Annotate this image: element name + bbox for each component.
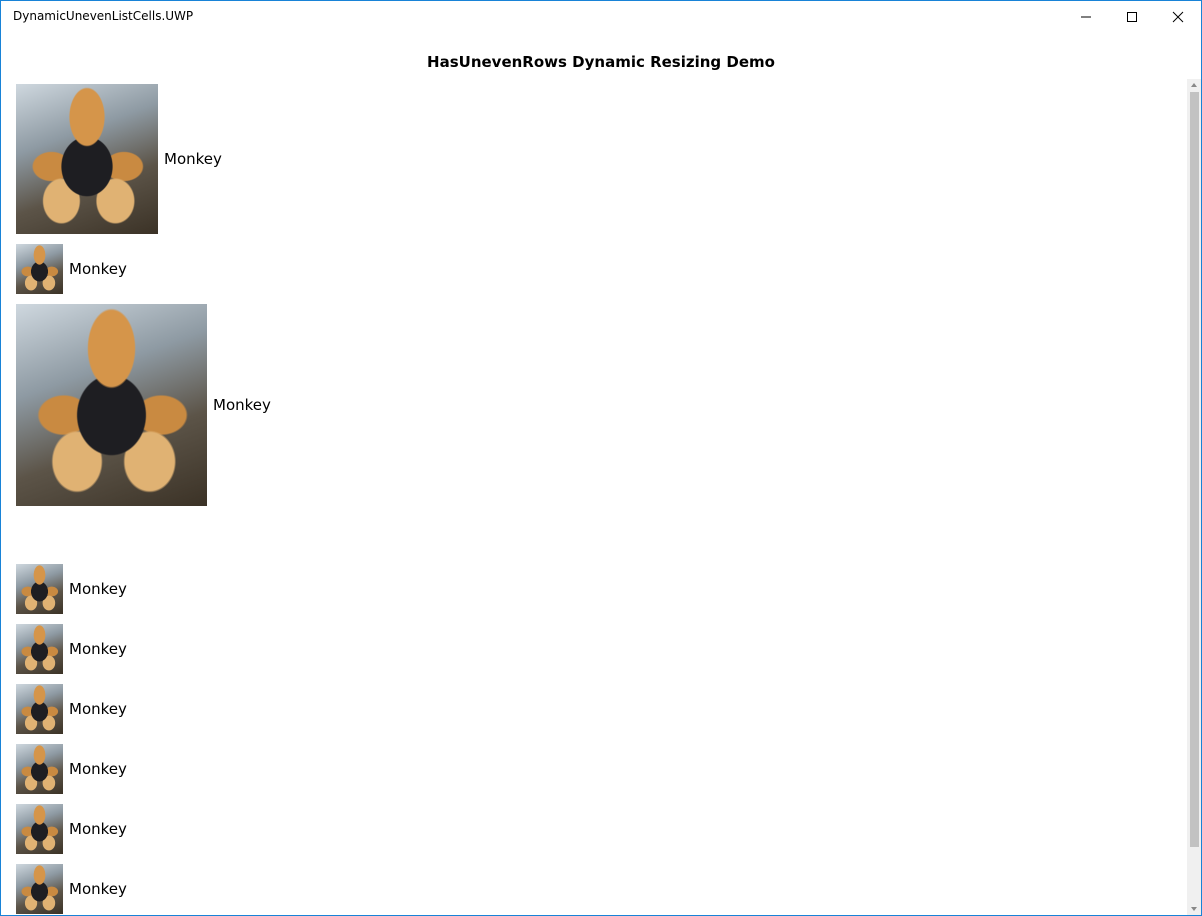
list-item[interactable]: Monkey	[16, 564, 127, 614]
monkey-image	[16, 804, 63, 854]
monkey-image	[16, 864, 63, 914]
list-item-label: Monkey	[164, 150, 222, 168]
monkey-image	[16, 744, 63, 794]
monkey-image	[16, 244, 63, 294]
list-item-label: Monkey	[69, 760, 127, 778]
vertical-scrollbar[interactable]	[1187, 79, 1201, 915]
list-item-label: Monkey	[213, 396, 271, 414]
list-item-label: Monkey	[69, 640, 127, 658]
app-window: DynamicUnevenListCells.UWP HasUnevenRows…	[0, 0, 1202, 916]
scroll-up-button[interactable]	[1187, 79, 1201, 91]
chevron-up-icon	[1191, 83, 1197, 87]
list-item[interactable]: Monkey	[16, 804, 127, 854]
list-item[interactable]: Monkey	[16, 864, 127, 914]
list-item-label: Monkey	[69, 820, 127, 838]
monkey-image	[16, 624, 63, 674]
list-item-label: Monkey	[69, 260, 127, 278]
monkey-image	[16, 304, 207, 506]
list-item-label: Monkey	[69, 700, 127, 718]
list-item[interactable]: Monkey	[16, 244, 127, 294]
list-item-label: Monkey	[69, 580, 127, 598]
list-item[interactable]: Monkey	[16, 84, 222, 234]
monkey-image	[16, 684, 63, 734]
monkey-image	[16, 84, 158, 234]
scrollbar-thumb[interactable]	[1190, 92, 1199, 847]
scroll-down-button[interactable]	[1187, 903, 1201, 915]
monkey-list[interactable]: Monkey Monkey Monkey Monkey Monkey Monke…	[1, 1, 1187, 915]
list-item[interactable]: Monkey	[16, 744, 127, 794]
chevron-down-icon	[1191, 907, 1197, 911]
list-item[interactable]: Monkey	[16, 624, 127, 674]
list-item[interactable]: Monkey	[16, 304, 271, 506]
list-item[interactable]: Monkey	[16, 684, 127, 734]
monkey-image	[16, 564, 63, 614]
list-item-label: Monkey	[69, 880, 127, 898]
